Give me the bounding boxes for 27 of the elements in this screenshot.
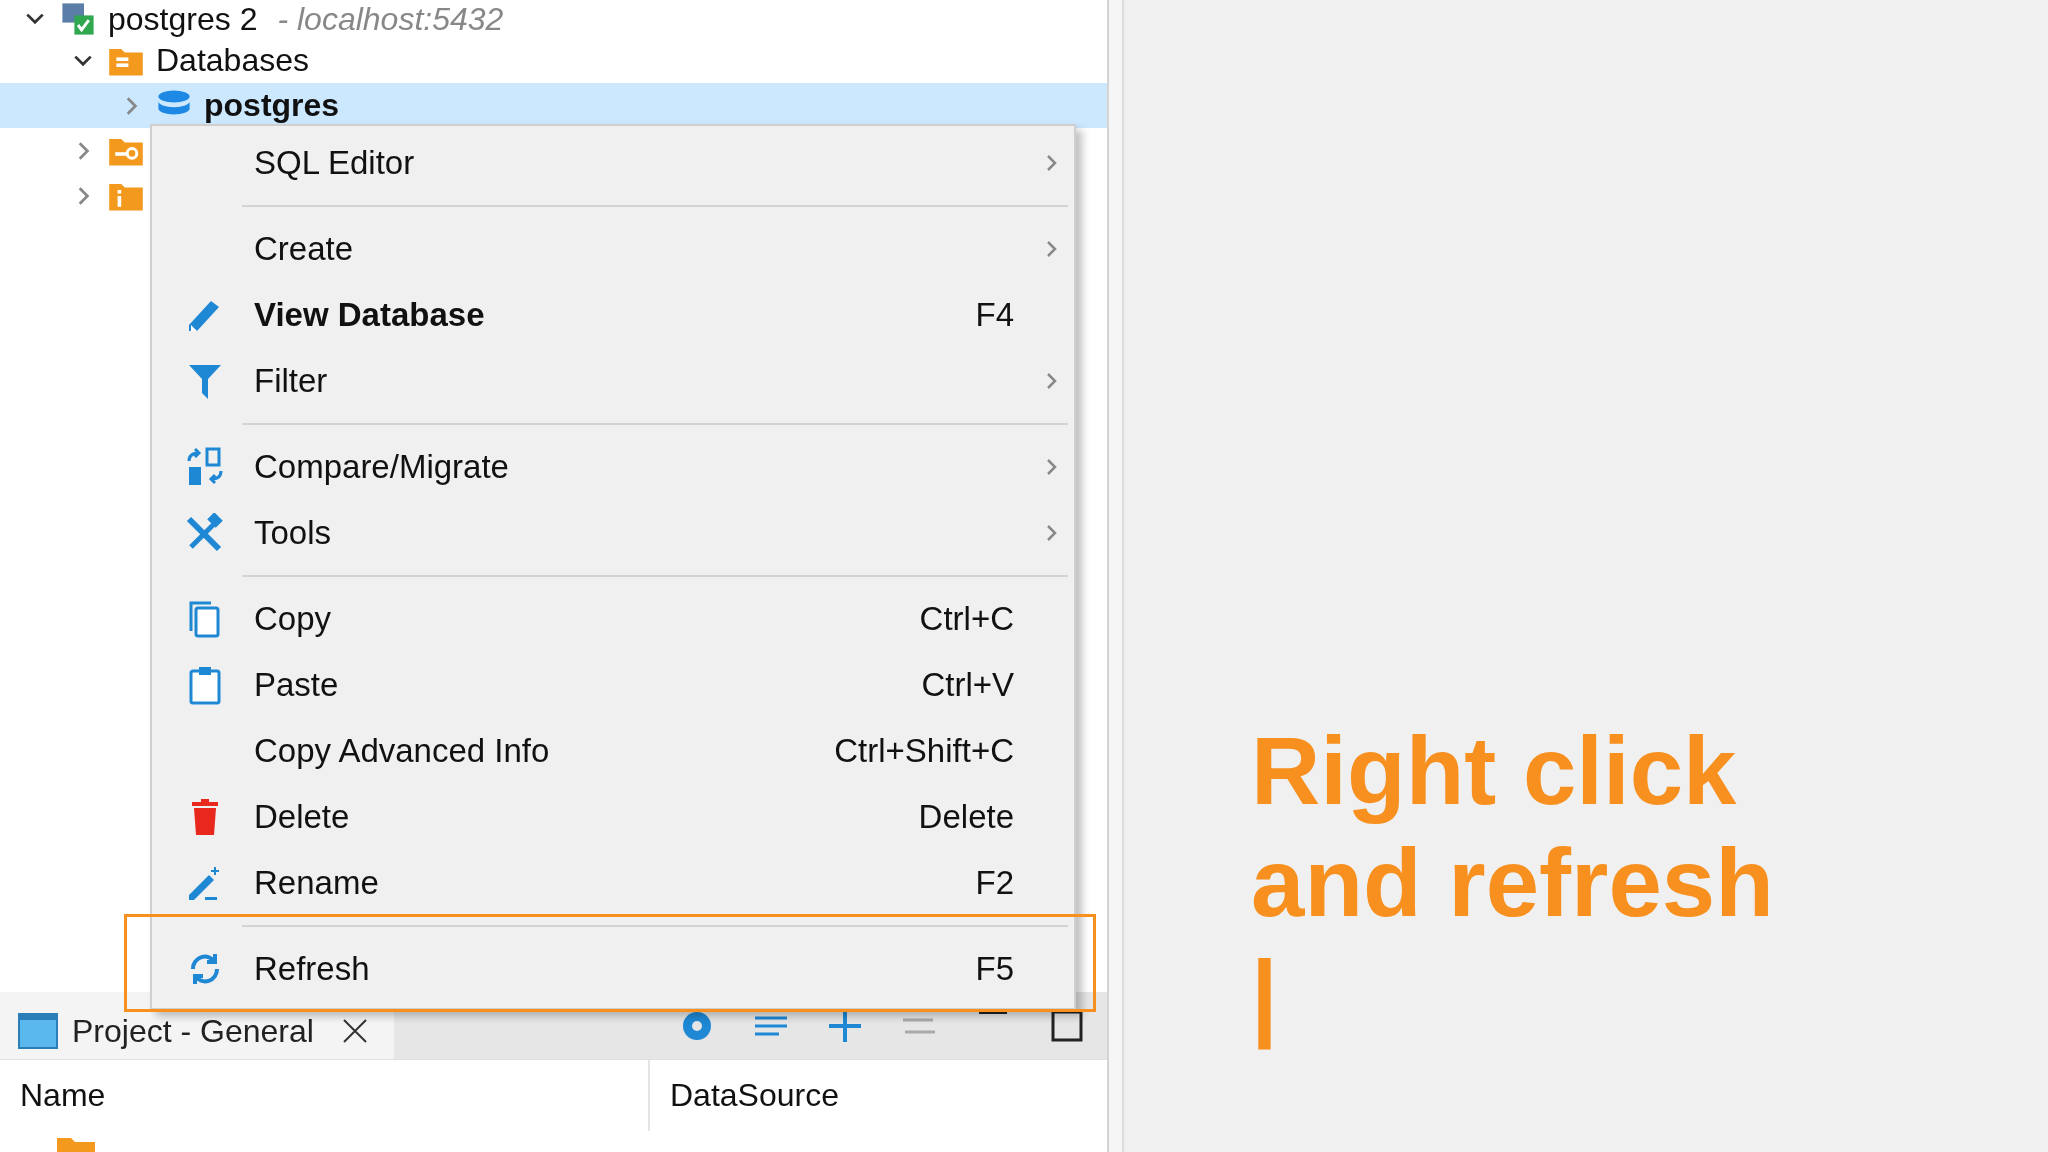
tree-label: Databases <box>156 42 309 79</box>
tab-label: Project - General <box>72 1012 314 1050</box>
menu-label: Copy <box>254 600 333 638</box>
menu-label: Copy Advanced Info <box>254 732 551 770</box>
shortcut-label: F5 <box>975 950 1014 988</box>
menu-label: Refresh <box>254 950 371 988</box>
shortcut-label: Ctrl+V <box>921 666 1014 704</box>
menu-label: Delete <box>254 798 351 836</box>
menu-label: Paste <box>254 666 340 704</box>
shortcut-label: Ctrl+Shift+C <box>834 732 1014 770</box>
menu-label: Rename <box>254 864 380 902</box>
annotation-text: and refresh <box>1251 828 1775 938</box>
tree-label: postgres 2 <box>108 0 258 38</box>
menu-label: View Database <box>254 296 486 334</box>
menu-label: Filter <box>254 362 329 400</box>
menu-label: Create <box>254 230 355 268</box>
shortcut-label: F2 <box>975 864 1014 902</box>
shortcut-label: F4 <box>975 296 1014 334</box>
annotation-text: | <box>1251 940 1279 1051</box>
tree-label: postgres <box>204 87 340 124</box>
connection-host: - localhost:5432 <box>277 0 504 38</box>
menu-label: Compare/Migrate <box>254 448 510 486</box>
shortcut-label: Delete <box>918 798 1014 836</box>
shortcut-label: Ctrl+C <box>919 600 1014 638</box>
menu-label: SQL Editor <box>254 144 416 182</box>
annotation-text: Right click <box>1251 716 1738 826</box>
menu-label: Tools <box>254 514 333 552</box>
